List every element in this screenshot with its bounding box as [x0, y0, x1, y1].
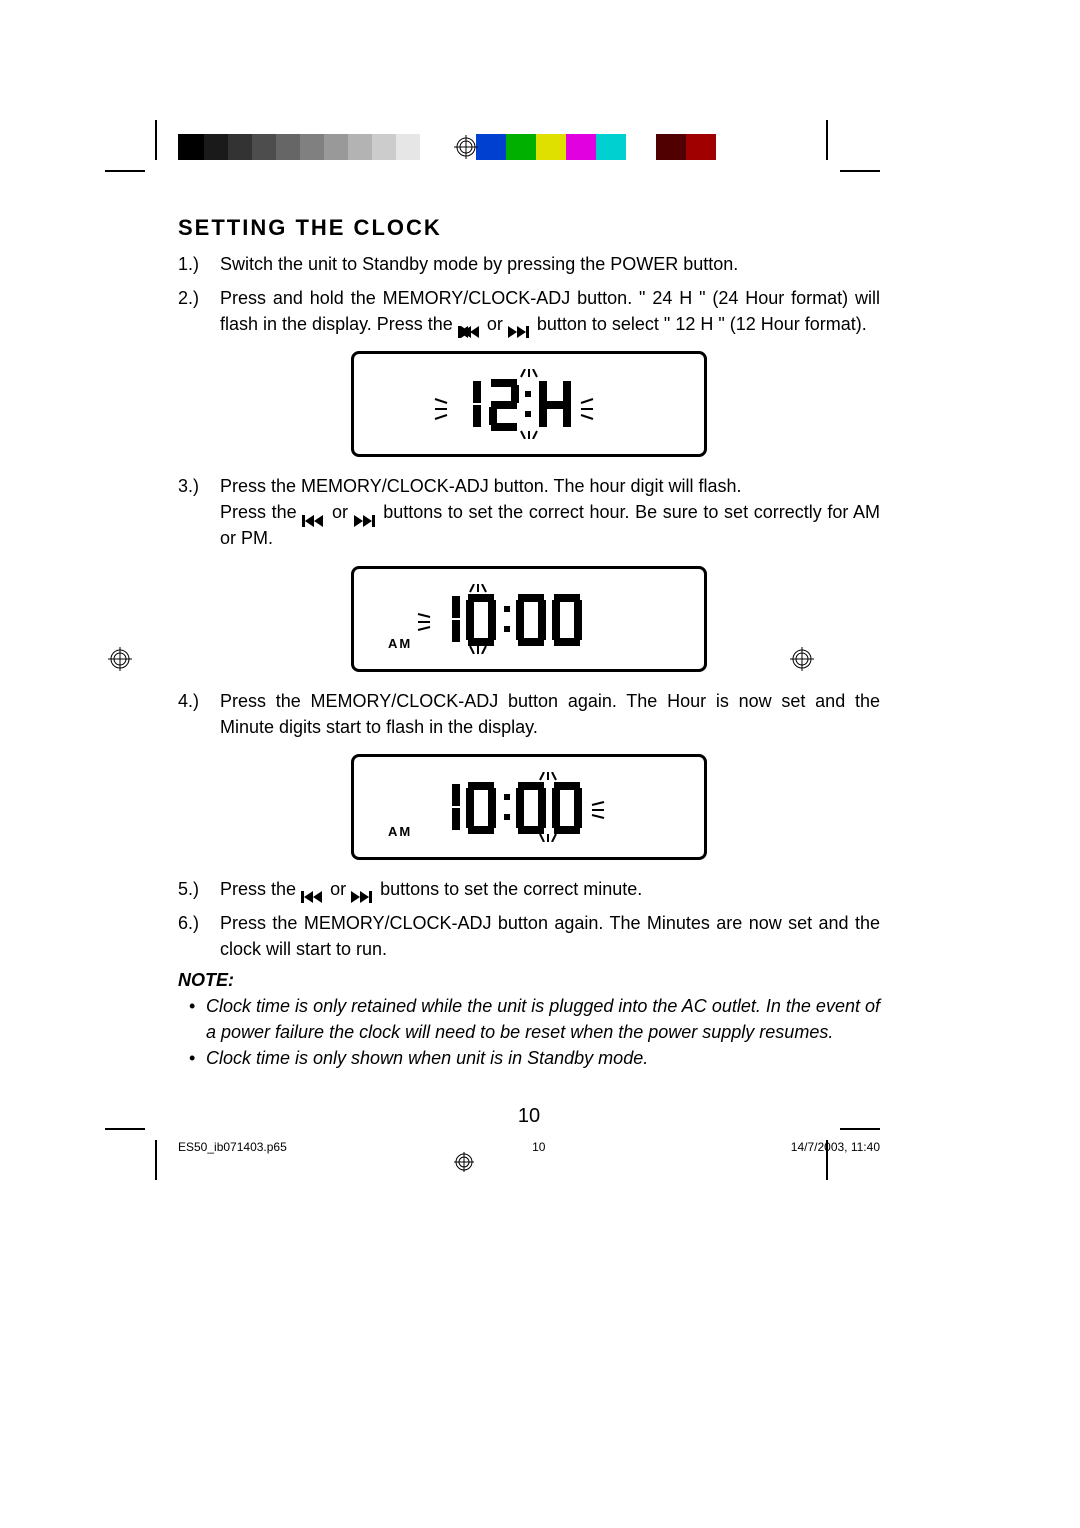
lcd-display-minute: AM: [351, 754, 707, 860]
skip-forward-icon: [354, 508, 378, 520]
note-heading: NOTE:: [178, 970, 880, 991]
instruction-list: 4.) Press the MEMORY/CLOCK-ADJ button ag…: [178, 688, 880, 740]
am-indicator: AM: [388, 636, 412, 651]
step-6: 6.) Press the MEMORY/CLOCK-ADJ button ag…: [178, 910, 880, 962]
crop-mark: [105, 170, 145, 172]
skip-forward-icon: [508, 319, 532, 331]
note-block: NOTE: •Clock time is only retained while…: [178, 970, 880, 1071]
page-number: 10: [178, 1105, 880, 1128]
lcd-display-12h: [351, 351, 707, 457]
skip-back-icon: [302, 508, 326, 520]
step-1: 1.) Switch the unit to Standby mode by p…: [178, 251, 880, 277]
content: SETTING THE CLOCK 1.) Switch the unit to…: [178, 215, 880, 1071]
note-item: •Clock time is only shown when unit is i…: [178, 1045, 880, 1071]
skip-forward-icon: [351, 884, 375, 896]
slug-file: ES50_ib071403.p65: [178, 1140, 287, 1154]
slug-page: 10: [532, 1140, 545, 1154]
crop-mark: [840, 1128, 880, 1130]
step-3: 3.) Press the MEMORY/CLOCK-ADJ button. T…: [178, 473, 880, 551]
slug-date: 14/7/2003, 11:40: [791, 1140, 880, 1154]
lcd-svg: [429, 369, 629, 439]
skip-back-icon: [301, 884, 325, 896]
crop-mark: [826, 120, 828, 160]
crop-mark: [105, 1128, 145, 1130]
instruction-list: 1.) Switch the unit to Standby mode by p…: [178, 251, 880, 337]
registration-mark-icon: [108, 647, 132, 671]
color-calibration-bar: [178, 134, 810, 160]
skip-back-icon: [458, 319, 482, 331]
lcd-svg: [414, 772, 644, 842]
footer-slug: ES50_ib071403.p65 10 14/7/2003, 11:40: [178, 1140, 880, 1154]
step-5: 5.) Press the or buttons to set the corr…: [178, 876, 880, 902]
registration-mark-icon: [454, 135, 478, 159]
step-4: 4.) Press the MEMORY/CLOCK-ADJ button ag…: [178, 688, 880, 740]
crop-mark: [155, 120, 157, 160]
instruction-list: 5.) Press the or buttons to set the corr…: [178, 876, 880, 962]
step-2: 2.) Press and hold the MEMORY/CLOCK-ADJ …: [178, 285, 880, 337]
page: SETTING THE CLOCK 1.) Switch the unit to…: [0, 0, 1080, 1528]
instruction-list: 3.) Press the MEMORY/CLOCK-ADJ button. T…: [178, 473, 880, 551]
lcd-display-hour: AM: [351, 566, 707, 672]
registration-mark-icon: [454, 1152, 478, 1176]
am-indicator: AM: [388, 824, 412, 839]
lcd-svg: [414, 584, 644, 654]
crop-mark: [155, 1140, 157, 1180]
section-heading: SETTING THE CLOCK: [178, 215, 880, 241]
note-item: •Clock time is only retained while the u…: [178, 993, 880, 1045]
crop-mark: [840, 170, 880, 172]
